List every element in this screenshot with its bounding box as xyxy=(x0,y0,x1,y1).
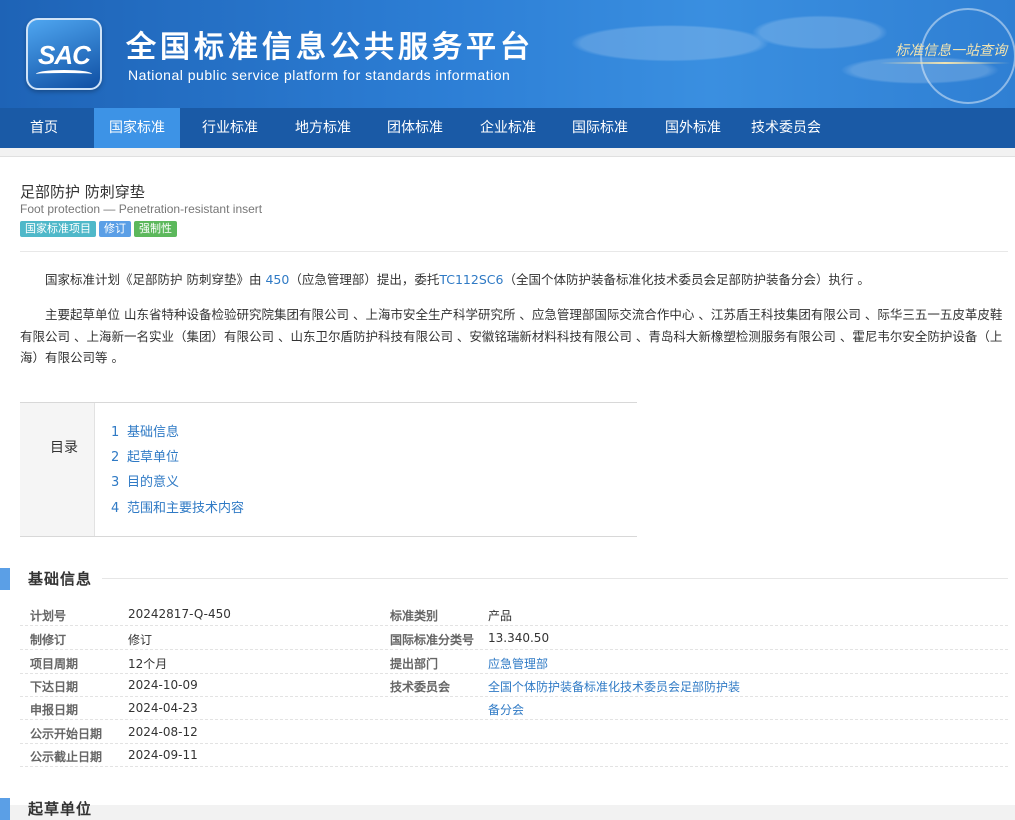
toc-item-number: 1 xyxy=(111,425,120,440)
info-value: 2024-09-11 xyxy=(128,748,198,762)
toc-label-box: 目录 xyxy=(20,403,95,536)
nav-foreign-standards[interactable]: 国外标准 xyxy=(651,108,735,148)
toc-item-basic-info[interactable]: 1 基础信息 xyxy=(111,421,179,440)
technical-committee-link-cont[interactable]: 备分会 xyxy=(488,701,524,718)
nav-international-standards[interactable]: 国际标准 xyxy=(558,108,642,148)
badge-group: 国家标准项目 修订 强制性 xyxy=(20,221,180,237)
plan-paragraph: 国家标准计划《足部防护 防刺穿垫》由 450（应急管理部）提出，委托TC112S… xyxy=(20,269,1005,291)
sac-logo[interactable]: SAC xyxy=(26,18,102,90)
section-title-basic-info: 基础信息 xyxy=(28,570,93,588)
tc-link[interactable]: TC112SC6 xyxy=(439,272,503,287)
site-subtitle: National public service platform for sta… xyxy=(128,67,511,83)
logo-swoosh-icon xyxy=(36,70,92,78)
nav-home[interactable]: 首页 xyxy=(14,108,74,148)
info-label: 公示开始日期 xyxy=(30,727,103,741)
info-label: 国际标准分类号 xyxy=(390,633,475,647)
info-label: 下达日期 xyxy=(30,680,79,694)
nav-technical-committees[interactable]: 技术委员会 xyxy=(742,108,830,148)
info-value: 2024-10-09 xyxy=(128,678,198,692)
slogan-text: 标准信息一站查询 xyxy=(895,43,1007,59)
toc-item-label: 目的意义 xyxy=(127,475,180,490)
site-header: SAC 全国标准信息公共服务平台 National public service… xyxy=(0,0,1015,108)
toc-item-purpose[interactable]: 3 目的意义 xyxy=(111,471,179,490)
info-label: 标准类别 xyxy=(390,609,439,623)
section-divider xyxy=(102,578,1008,579)
info-label: 技术委员会 xyxy=(390,680,451,694)
drafters-paragraph: 主要起草单位 山东省特种设备检验研究院集团有限公司 、上海市安全生产科学研究所 … xyxy=(20,307,1003,365)
info-label: 提出部门 xyxy=(390,657,439,671)
info-value: 产品 xyxy=(488,609,513,623)
toc-item-scope[interactable]: 4 范围和主要技术内容 xyxy=(111,497,244,516)
main-nav: 首页 国家标准 行业标准 地方标准 团体标准 企业标准 国际标准 国外标准 技术… xyxy=(0,108,1015,148)
info-row: 制修订 修订 国际标准分类号 13.340.50 xyxy=(20,627,1008,650)
nav-group-standards[interactable]: 团体标准 xyxy=(373,108,457,148)
toc-item-label: 基础信息 xyxy=(127,425,180,440)
standard-title-en: Foot protection — Penetration-resistant … xyxy=(20,202,263,216)
info-label: 制修订 xyxy=(30,633,67,647)
info-value: 12个月 xyxy=(128,657,168,671)
proposing-dept-link[interactable]: 应急管理部 xyxy=(488,655,548,672)
badge-mandatory: 强制性 xyxy=(134,221,177,237)
content-panel: 足部防护 防刺穿垫 Foot protection — Penetration-… xyxy=(0,156,1015,820)
info-value: 20242817-Q-450 xyxy=(128,607,231,621)
section-marker xyxy=(0,798,10,820)
toc-item-number: 3 xyxy=(111,475,120,490)
logo-text: SAC xyxy=(38,40,91,70)
table-of-contents: 目录 1 基础信息 2 起草单位 3 目的意义 4 范围和主要技术内容 xyxy=(20,402,637,537)
info-value: 13.340.50 xyxy=(488,631,550,645)
nav-national-standards[interactable]: 国家标准 xyxy=(94,108,180,148)
nav-enterprise-standards[interactable]: 企业标准 xyxy=(466,108,550,148)
toc-label: 目录 xyxy=(50,440,78,456)
toc-item-label: 范围和主要技术内容 xyxy=(127,501,245,516)
plan-dept-link[interactable]: 450 xyxy=(265,272,289,287)
info-label: 申报日期 xyxy=(30,703,79,717)
info-row: 下达日期 2024-10-09 技术委员会 全国个体防护装备标准化技术委员会足部… xyxy=(20,674,1008,697)
info-row: 公示截止日期 2024-09-11 xyxy=(20,744,1008,767)
info-row: 计划号 20242817-Q-450 标准类别 产品 xyxy=(20,603,1008,626)
info-value: 2024-08-12 xyxy=(128,725,198,739)
nav-industry-standards[interactable]: 行业标准 xyxy=(188,108,272,148)
standard-title: 足部防护 防刺穿垫 xyxy=(20,183,145,201)
plan-text-2: （应急管理部）提出，委托 xyxy=(289,272,440,287)
info-value: 修订 xyxy=(128,633,153,647)
slogan-underline xyxy=(880,62,1010,64)
plan-text-1: 国家标准计划《足部防护 防刺穿垫》由 xyxy=(45,272,266,287)
info-row: 申报日期 2024-04-23 备分会 xyxy=(20,697,1008,720)
info-label: 项目周期 xyxy=(30,657,79,671)
section-marker xyxy=(0,568,10,590)
nav-local-standards[interactable]: 地方标准 xyxy=(281,108,365,148)
plan-text-3: （全国个体防护装备标准化技术委员会足部防护装备分会）执行 。 xyxy=(503,272,870,287)
toc-item-number: 2 xyxy=(111,450,120,465)
divider xyxy=(20,251,1008,252)
badge-national-project: 国家标准项目 xyxy=(20,221,96,237)
info-label: 公示截止日期 xyxy=(30,750,103,764)
info-row: 项目周期 12个月 提出部门 应急管理部 xyxy=(20,651,1008,674)
toc-item-number: 4 xyxy=(111,501,120,516)
technical-committee-link[interactable]: 全国个体防护装备标准化技术委员会足部防护装 xyxy=(488,678,740,695)
toc-item-drafters[interactable]: 2 起草单位 xyxy=(111,446,179,465)
badge-revision: 修订 xyxy=(99,221,131,237)
info-row: 公示开始日期 2024-08-12 xyxy=(20,721,1008,744)
toc-item-label: 起草单位 xyxy=(127,450,180,465)
section-title-drafters: 起草单位 xyxy=(28,800,93,818)
info-label: 计划号 xyxy=(30,609,67,623)
info-value: 2024-04-23 xyxy=(128,701,198,715)
site-title: 全国标准信息公共服务平台 xyxy=(126,30,534,65)
